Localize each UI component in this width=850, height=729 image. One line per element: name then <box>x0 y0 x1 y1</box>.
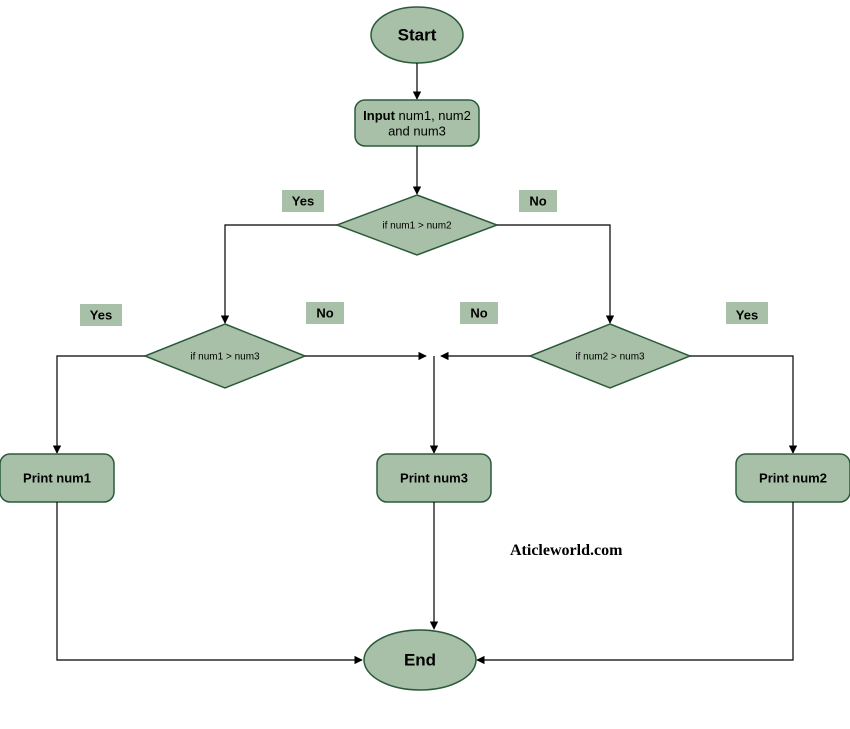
start-node: Start <box>371 7 463 63</box>
d2-no-label: No <box>306 302 344 324</box>
end-node: End <box>364 630 476 690</box>
end-label: End <box>404 650 436 669</box>
p3-label: Print num3 <box>400 470 468 485</box>
svg-text:No: No <box>529 193 546 208</box>
p2-label: Print num2 <box>759 470 827 485</box>
d1-no-label: No <box>519 190 557 212</box>
watermark-text: Aticleworld.com <box>510 542 623 559</box>
edge-d1-d3 <box>497 225 610 323</box>
svg-text:Yes: Yes <box>736 307 758 322</box>
d3-no-label: No <box>460 302 498 324</box>
d2-label: if num1 > num3 <box>190 352 260 363</box>
edge-p1-end <box>57 502 362 660</box>
input-line1: Input num1, num2 <box>363 108 471 123</box>
edge-d2-p1 <box>57 356 145 453</box>
decision-num2-gt-num3: if num2 > num3 <box>530 324 690 388</box>
p1-label: Print num1 <box>23 470 91 485</box>
d2-yes-label: Yes <box>80 304 122 326</box>
flowchart-canvas: Start Input num1, num2 and num3 if num1 … <box>0 0 850 729</box>
svg-text:No: No <box>316 305 333 320</box>
d3-label: if num2 > num3 <box>575 352 645 363</box>
edge-p2-end <box>477 502 793 660</box>
svg-text:No: No <box>470 305 487 320</box>
print-num1-node: Print num1 <box>0 454 114 502</box>
start-label: Start <box>398 25 437 44</box>
print-num3-node: Print num3 <box>377 454 491 502</box>
print-num2-node: Print num2 <box>736 454 850 502</box>
svg-text:Yes: Yes <box>90 307 112 322</box>
d1-yes-label: Yes <box>282 190 324 212</box>
d1-label: if num1 > num2 <box>382 221 452 232</box>
svg-text:Yes: Yes <box>292 193 314 208</box>
input-line2: and num3 <box>388 123 446 138</box>
decision-num1-gt-num2: if num1 > num2 <box>337 195 497 255</box>
d3-yes-label: Yes <box>726 302 768 324</box>
decision-num1-gt-num3: if num1 > num3 <box>145 324 305 388</box>
edge-d3-p2 <box>690 356 793 453</box>
input-node: Input num1, num2 and num3 <box>355 100 479 146</box>
